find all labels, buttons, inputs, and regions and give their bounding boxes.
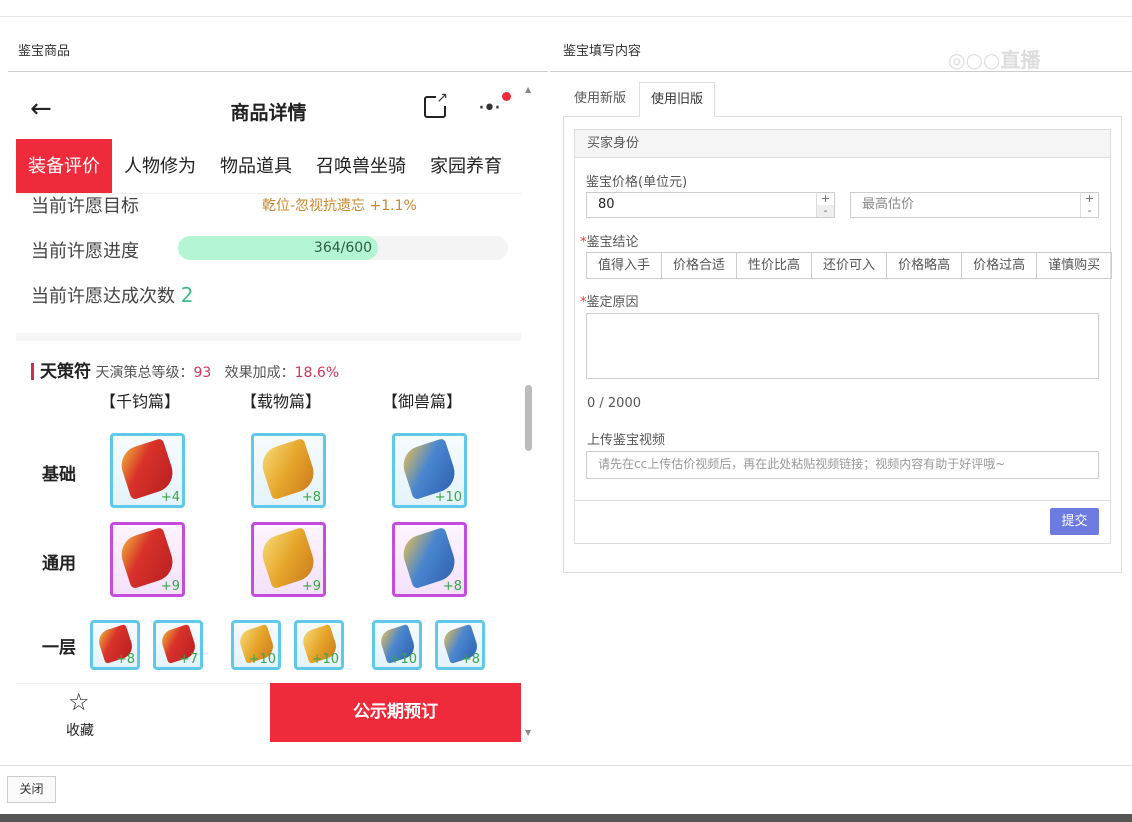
item-level: +8 — [460, 652, 480, 667]
tab-0[interactable]: 装备评价 — [16, 139, 112, 193]
category-tabs: 装备评价 人物修为 物品道具 召唤兽坐骑 家园养育 — [16, 139, 521, 194]
tab-2[interactable]: 物品道具 — [208, 139, 304, 193]
wish-count-value: 2 — [180, 283, 194, 307]
conclusion-option[interactable]: 价格过高 — [962, 253, 1038, 278]
bonus-value: 18.6% — [294, 365, 340, 381]
wish-progress-bar: 364/600 — [178, 236, 508, 260]
divider — [0, 765, 1132, 766]
tiance-item[interactable]: +4 — [110, 433, 185, 508]
share-icon[interactable]: ↗ — [424, 90, 448, 118]
more-icon[interactable]: ·•· — [478, 96, 501, 121]
item-level: +10 — [389, 652, 417, 667]
tiance-item[interactable]: +8 — [251, 433, 326, 508]
conclusion-option[interactable]: 还价可入 — [812, 253, 888, 278]
watermark-logo: ◎○○直播 — [948, 48, 1041, 72]
tiance-item[interactable]: +8 — [435, 620, 485, 670]
accent-bar — [31, 363, 34, 380]
column-header: 【载物篇】 — [241, 392, 322, 411]
conclusion-option[interactable]: 值得入手 — [587, 253, 663, 278]
reason-textarea[interactable] — [586, 313, 1099, 379]
section-title: 天策符 — [40, 362, 91, 382]
tiance-item[interactable]: +9 — [251, 522, 326, 597]
item-level: +9 — [160, 579, 180, 594]
submit-button[interactable]: 提交 — [1050, 508, 1099, 535]
tab-3[interactable]: 召唤兽坐骑 — [304, 139, 418, 193]
max-price-stepper[interactable]: + - — [1080, 193, 1098, 217]
item-level: +10 — [434, 490, 462, 505]
max-price-placeholder: 最高估价 — [862, 197, 915, 212]
tiance-item[interactable]: +10 — [392, 433, 467, 508]
divider — [8, 71, 548, 72]
wish-target-value: 乾位-忽视抗遗忘 +1.1% — [262, 198, 417, 214]
close-button[interactable]: 关闭 — [7, 776, 56, 803]
tiance-item[interactable]: +9 — [110, 522, 185, 597]
divider — [575, 500, 1110, 501]
star-icon[interactable]: ☆ — [68, 688, 90, 716]
total-level-value: 93 — [193, 365, 212, 381]
item-level: +8 — [115, 652, 135, 667]
conclusion-option[interactable]: 价格合适 — [662, 253, 738, 278]
price-stepper[interactable]: + - — [816, 193, 834, 217]
product-detail-view: ← 商品详情 ↗ ·•· 装备评价 人物修为 物品道具 召唤兽坐骑 家园养育 当前许愿目… — [16, 78, 521, 742]
tiance-item[interactable]: +10 — [231, 620, 281, 670]
max-price-input[interactable]: 最高估价 + - — [850, 192, 1099, 218]
item-level: +10 — [311, 652, 339, 667]
total-level-label: 天演策总等级： — [95, 365, 194, 381]
reason-char-count: 0 / 2000 — [587, 396, 641, 411]
conclusion-option[interactable]: 谨慎购买 — [1037, 253, 1111, 278]
reason-label: *鉴定原因 — [580, 295, 639, 310]
item-level: +9 — [301, 579, 321, 594]
right-panel-title: 鉴宝填写内容 — [563, 44, 642, 59]
wish-target-label: 当前许愿目标 — [31, 196, 139, 217]
section-separator — [16, 333, 521, 341]
video-label: 上传鉴宝视频 — [587, 433, 666, 448]
tiance-item[interactable]: +8 — [90, 620, 140, 670]
tab-1[interactable]: 人物修为 — [112, 139, 208, 193]
price-label: 鉴宝价格(单位元) — [586, 175, 688, 190]
wish-progress-label: 当前许愿进度 — [31, 241, 139, 262]
nav-bar: ← 商品详情 ↗ ·•· — [16, 78, 521, 138]
progress-text: 364/600 — [313, 240, 373, 256]
tiance-header: 天策符 天演策总等级：93 效果加成：18.6% — [31, 357, 339, 382]
tab-4[interactable]: 家园养育 — [418, 139, 514, 193]
window-edge — [0, 814, 1132, 822]
tab-new-version[interactable]: 使用新版 — [563, 82, 637, 117]
wish-count-text: 当前许愿达成次数 — [31, 286, 175, 307]
left-panel-title: 鉴宝商品 — [18, 44, 71, 59]
price-input[interactable]: 80 + - — [586, 192, 835, 218]
item-level: +4 — [160, 490, 180, 505]
preorder-button[interactable]: 公示期预订 — [270, 683, 521, 742]
video-link-input[interactable]: 请先在cc上传估价视频后，再在此处粘贴视频链接；视频内容有助于好评哦~ — [586, 451, 1099, 479]
section-header: 买家身份 — [575, 130, 1110, 158]
price-value: 80 — [598, 197, 615, 212]
scrollbar[interactable]: ▲ ▼ — [523, 85, 535, 740]
wish-count-label: 当前许愿达成次数 2 — [31, 282, 193, 308]
column-header: 【御兽篇】 — [382, 392, 463, 411]
scrollbar-thumb[interactable] — [525, 385, 532, 451]
row-label: 通用 — [42, 554, 76, 574]
tiance-item[interactable]: +10 — [294, 620, 344, 670]
tab-old-version[interactable]: 使用旧版 — [639, 82, 716, 117]
conclusion-label: *鉴宝结论 — [580, 235, 639, 250]
tiance-item[interactable]: +10 — [372, 620, 422, 670]
item-level: +7 — [178, 652, 198, 667]
tiance-item[interactable]: +7 — [153, 620, 203, 670]
item-level: +8 — [442, 579, 462, 594]
notification-dot — [502, 92, 511, 101]
bonus-label: 效果加成： — [224, 365, 295, 381]
conclusion-options: 值得入手 价格合适 性价比高 还价可入 价格略高 价格过高 谨慎购买 — [586, 252, 1113, 279]
reason-text: 鉴定原因 — [586, 295, 639, 310]
column-header: 【千钧篇】 — [100, 392, 181, 411]
item-level: +10 — [248, 652, 276, 667]
tiance-item[interactable]: +8 — [392, 522, 467, 597]
conclusion-text: 鉴宝结论 — [586, 235, 639, 250]
row-label: 一层 — [42, 638, 76, 658]
row-label: 基础 — [42, 465, 76, 485]
favorite-label[interactable]: 收藏 — [66, 720, 94, 740]
divider — [550, 71, 1132, 72]
top-strip — [0, 0, 1132, 17]
conclusion-option[interactable]: 价格略高 — [887, 253, 963, 278]
item-level: +8 — [301, 490, 321, 505]
conclusion-option[interactable]: 性价比高 — [737, 253, 813, 278]
